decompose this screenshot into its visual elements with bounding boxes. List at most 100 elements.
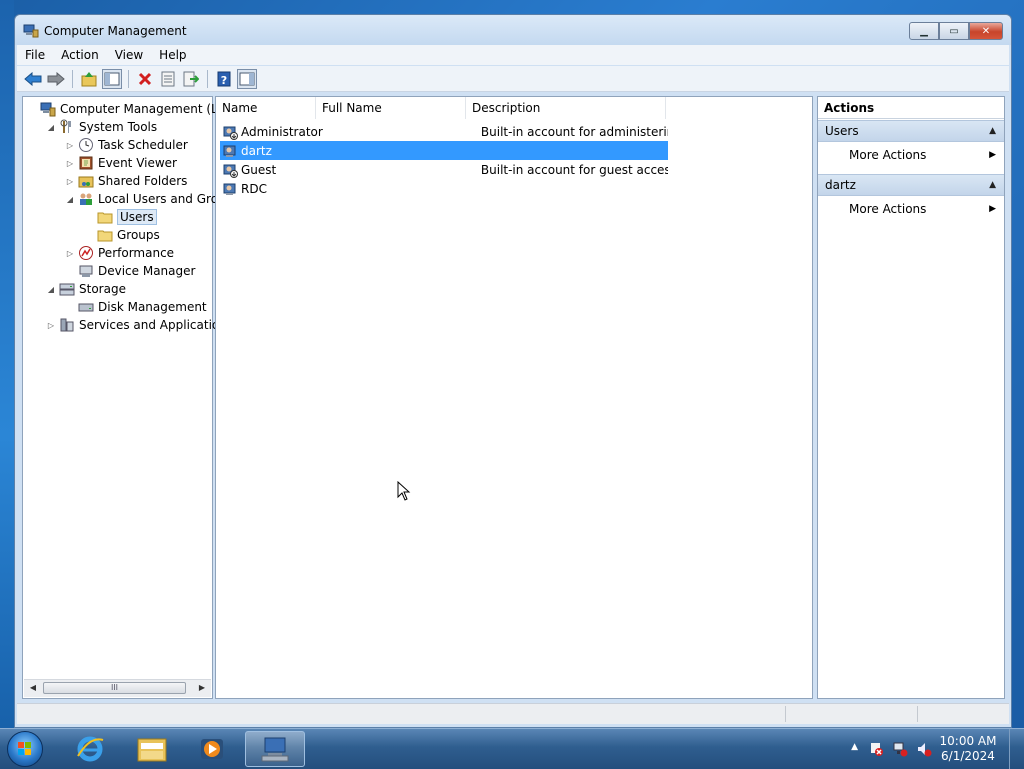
- actions-title: Actions: [818, 97, 1004, 119]
- tree-horizontal-scrollbar[interactable]: ◀ III ▶: [24, 679, 211, 697]
- disabled-user-icon: [222, 162, 238, 178]
- folder-icon: [97, 227, 113, 243]
- console-tree[interactable]: Computer Management (Local ◢ System Tools ▷…: [22, 96, 242, 699]
- clock-time: 10:00 AM: [939, 734, 997, 748]
- collapse-arrow-icon[interactable]: ◢: [65, 195, 75, 204]
- tree-item-label: Services and Applications: [79, 318, 234, 332]
- forward-button[interactable]: [46, 69, 66, 89]
- scroll-left-icon[interactable]: ◀: [26, 682, 40, 694]
- taskbar-media-player[interactable]: [184, 731, 240, 767]
- cell-name: dartz: [241, 143, 272, 158]
- tree-item-performance[interactable]: ▷ Performance: [65, 244, 174, 262]
- start-button[interactable]: [7, 731, 43, 767]
- show-desktop-button[interactable]: [1009, 729, 1024, 769]
- internet-explorer-icon: [77, 736, 104, 762]
- cell-description: Built-in account for guest access t...: [480, 162, 668, 177]
- collapse-icon[interactable]: ▲: [989, 180, 996, 190]
- tree-item-services-and-applications[interactable]: ▷ Services and Applications: [46, 316, 233, 334]
- actions-group-users[interactable]: Users ▲: [818, 120, 1004, 142]
- computer-management-icon: [261, 737, 289, 762]
- scroll-right-icon[interactable]: ▶: [195, 682, 209, 694]
- services-icon: [59, 317, 75, 333]
- cell-description: Built-in account for administering...: [480, 124, 668, 139]
- windows-logo-icon: [18, 742, 31, 755]
- actions-group-dartz[interactable]: dartz ▲: [818, 174, 1004, 196]
- expand-arrow-icon[interactable]: ▷: [65, 249, 75, 258]
- tools-icon: [59, 119, 75, 135]
- toolbar-separator: [72, 69, 73, 88]
- tree-item-users[interactable]: Users: [84, 208, 157, 226]
- help-button[interactable]: ?: [214, 69, 234, 89]
- tree-item-label: System Tools: [79, 120, 158, 134]
- expand-arrow-icon[interactable]: ▷: [65, 159, 75, 168]
- actions-group-label: dartz: [825, 178, 856, 192]
- show-hidden-icons-icon[interactable]: ▲: [851, 742, 858, 752]
- show-hide-action-pane-button[interactable]: [237, 68, 257, 89]
- menu-file[interactable]: File: [17, 48, 53, 62]
- tree-item-shared-folders[interactable]: ▷ Shared Folders: [65, 172, 187, 190]
- export-list-button[interactable]: [181, 69, 201, 89]
- scrollbar-thumb[interactable]: III: [43, 682, 186, 694]
- status-bar: [17, 703, 1009, 724]
- user-row-rdc[interactable]: RDC: [220, 179, 668, 198]
- action-center-icon[interactable]: [868, 741, 884, 760]
- cell-name: Guest: [241, 162, 277, 177]
- clock-icon: [78, 137, 94, 153]
- taskbar-internet-explorer[interactable]: [62, 731, 118, 767]
- maximize-button[interactable]: ▭: [939, 22, 969, 40]
- back-icon: [24, 71, 42, 86]
- column-header-full-name[interactable]: Full Name: [316, 97, 466, 119]
- title-bar[interactable]: Computer Management ▁ ▭ ✕: [15, 15, 1011, 45]
- tree-item-disk-management[interactable]: Disk Management: [65, 298, 207, 316]
- menu-action[interactable]: Action: [53, 48, 107, 62]
- performance-icon: [78, 245, 94, 261]
- back-button[interactable]: [23, 69, 43, 89]
- window-title: Computer Management: [44, 24, 187, 38]
- expand-arrow-icon[interactable]: ▷: [46, 321, 56, 330]
- more-actions-dartz[interactable]: More Actions ▶: [818, 199, 1004, 219]
- help-icon: ?: [217, 71, 231, 87]
- tree-item-label: Users: [117, 209, 157, 225]
- event-viewer-icon: [78, 155, 94, 171]
- tree-item-local-users-and-groups[interactable]: ◢ Local Users and Groups: [65, 190, 240, 208]
- properties-button[interactable]: [158, 69, 178, 89]
- collapse-icon[interactable]: ▲: [989, 126, 996, 136]
- expand-arrow-icon[interactable]: ▷: [65, 141, 75, 150]
- user-row-guest[interactable]: Guest Built-in account for guest access t…: [220, 160, 668, 179]
- taskbar-explorer[interactable]: [124, 731, 180, 767]
- taskbar-computer-management[interactable]: [245, 731, 305, 767]
- minimize-button[interactable]: ▁: [909, 22, 939, 40]
- menu-help[interactable]: Help: [151, 48, 194, 62]
- user-row-administrator[interactable]: Administrator Built-in account for admini…: [220, 122, 668, 141]
- show-hide-tree-button[interactable]: [102, 68, 122, 89]
- up-one-level-button[interactable]: [79, 69, 99, 89]
- computer-management-window: Computer Management ▁ ▭ ✕ File Action Vi…: [14, 14, 1012, 728]
- system-clock[interactable]: 10:00 AM 6/1/2024: [938, 734, 998, 764]
- network-icon[interactable]: [892, 741, 908, 760]
- actions-pane: Actions Users ▲ More Actions ▶ dartz ▲ M…: [817, 96, 1005, 699]
- tree-item-label: Performance: [98, 246, 175, 260]
- tree-item-label: Disk Management: [98, 300, 207, 314]
- status-segment: [785, 706, 786, 722]
- tree-item-groups[interactable]: Groups: [84, 226, 160, 244]
- collapse-arrow-icon[interactable]: ◢: [46, 123, 56, 132]
- tree-item-computer-management-local[interactable]: Computer Management (Local: [27, 100, 242, 118]
- users-list-view[interactable]: Name Full Name Description Administrator…: [215, 96, 813, 699]
- collapse-arrow-icon[interactable]: ◢: [46, 285, 56, 294]
- tree-item-system-tools[interactable]: ◢ System Tools: [46, 118, 157, 136]
- more-actions-users[interactable]: More Actions ▶: [818, 145, 1004, 165]
- tree-item-event-viewer[interactable]: ▷ Event Viewer: [65, 154, 177, 172]
- volume-muted-icon[interactable]: [916, 741, 932, 760]
- user-row-dartz[interactable]: dartz: [220, 141, 668, 160]
- tree-item-task-scheduler[interactable]: ▷ Task Scheduler: [65, 136, 188, 154]
- menu-bar: File Action View Help: [17, 45, 1009, 65]
- column-header-name[interactable]: Name: [216, 97, 316, 119]
- delete-button[interactable]: [135, 69, 155, 89]
- disk-icon: [78, 299, 94, 315]
- expand-arrow-icon[interactable]: ▷: [65, 177, 75, 186]
- tree-item-device-manager[interactable]: Device Manager: [65, 262, 195, 280]
- tree-item-storage[interactable]: ◢ Storage: [46, 280, 126, 298]
- column-header-description[interactable]: Description: [466, 97, 666, 119]
- close-button[interactable]: ✕: [969, 22, 1003, 40]
- menu-view[interactable]: View: [107, 48, 151, 62]
